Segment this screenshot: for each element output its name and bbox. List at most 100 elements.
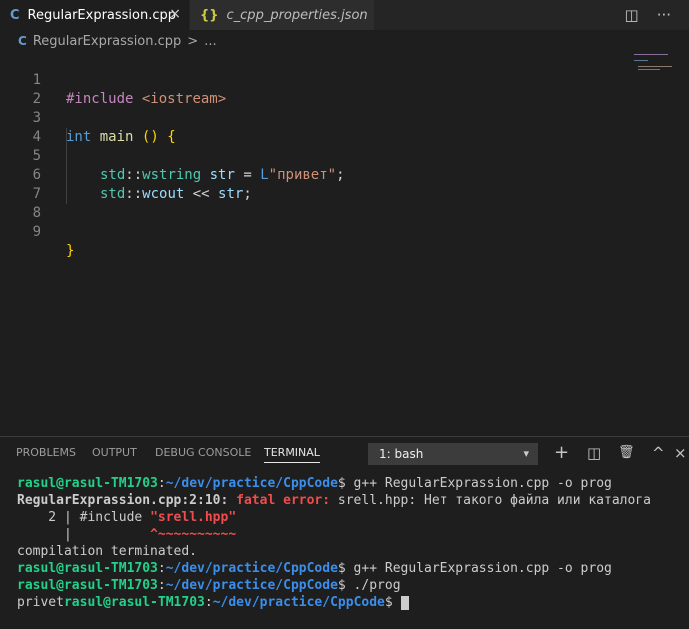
parens: () bbox=[142, 129, 159, 145]
close-icon[interactable]: × bbox=[169, 6, 181, 22]
semicolon: ; bbox=[243, 186, 251, 202]
source-include: "srell.hpp" bbox=[150, 510, 236, 525]
keyword-int: int bbox=[66, 129, 91, 145]
terminal-line: rasul@rasul-TM1703:~/dev/practice/CppCod… bbox=[17, 577, 401, 594]
breadcrumb-file[interactable]: RegularExprassion.cpp bbox=[33, 34, 181, 49]
assign-operator: = bbox=[243, 167, 251, 183]
type-wstring: wstring bbox=[142, 167, 201, 183]
split-editor-icon[interactable]: ◫ bbox=[625, 6, 639, 24]
line-number: 9 bbox=[0, 223, 41, 242]
tab-regularexprassion-cpp[interactable]: C RegularExprassion.cpp × bbox=[0, 0, 189, 30]
add-terminal-icon[interactable]: + bbox=[554, 442, 569, 463]
error-caret: ^~~~~~~~~~~ bbox=[150, 527, 236, 542]
terminal-line: rasul@rasul-TM1703:~/dev/practice/CppCod… bbox=[17, 475, 612, 492]
command: g++ RegularExprassion.cpp -o prog bbox=[346, 476, 612, 491]
object-wcout: wcout bbox=[142, 186, 184, 202]
prompt-path: ~/dev/practice/CppCode bbox=[166, 476, 338, 491]
terminal-cursor bbox=[401, 596, 409, 610]
terminal-select-value: 1: bash bbox=[379, 447, 423, 461]
terminal-line: compilation terminated. bbox=[17, 543, 197, 560]
prompt-colon: : bbox=[205, 595, 213, 610]
function-main: main bbox=[100, 129, 134, 145]
prompt-char: $ bbox=[385, 595, 393, 610]
prompt-colon: : bbox=[158, 561, 166, 576]
close-brace: } bbox=[66, 243, 74, 259]
prompt-colon: : bbox=[158, 476, 166, 491]
tab-output[interactable]: OUTPUT bbox=[92, 446, 137, 459]
prompt-colon: : bbox=[158, 578, 166, 593]
prompt-user: rasul@rasul-TM1703 bbox=[64, 595, 205, 610]
tab-label: c_cpp_properties.json bbox=[227, 8, 368, 23]
code-line-3: 3 int main () { bbox=[0, 90, 34, 109]
chevron-down-icon: ▾ bbox=[523, 447, 529, 460]
close-panel-icon[interactable]: × bbox=[674, 444, 687, 462]
breadcrumb-symbol[interactable]: ... bbox=[204, 34, 216, 49]
breadcrumb-separator: > bbox=[187, 34, 198, 49]
prompt-path: ~/dev/practice/CppCode bbox=[213, 595, 385, 610]
trash-icon[interactable]: 🗑 bbox=[618, 445, 635, 460]
program-output: privet bbox=[17, 595, 64, 610]
prompt-user: rasul@rasul-TM1703 bbox=[17, 561, 158, 576]
semicolon: ; bbox=[336, 167, 344, 183]
prompt-path: ~/dev/practice/CppCode bbox=[166, 578, 338, 593]
command: g++ RegularExprassion.cpp -o prog bbox=[346, 561, 612, 576]
prompt-user: rasul@rasul-TM1703 bbox=[17, 578, 158, 593]
open-brace: { bbox=[167, 129, 175, 145]
bottom-panel: PROBLEMS OUTPUT DEBUG CONSOLE TERMINAL 1… bbox=[0, 436, 689, 629]
wide-prefix: L bbox=[260, 167, 268, 183]
prompt-char: $ bbox=[338, 578, 346, 593]
scope-operator: :: bbox=[125, 167, 142, 183]
prompt-char: $ bbox=[338, 561, 346, 576]
code-line-2: 2 bbox=[0, 71, 34, 90]
more-actions-icon[interactable]: ··· bbox=[657, 6, 671, 24]
namespace-std: std bbox=[100, 167, 125, 183]
terminal-line: 2 | #include "srell.hpp" bbox=[17, 509, 236, 526]
code-line-1: 1 #include <iostream> bbox=[0, 52, 34, 71]
tab-debug-console[interactable]: DEBUG CONSOLE bbox=[155, 446, 251, 459]
json-file-icon: {} bbox=[200, 8, 219, 23]
error-message: srell.hpp: Нет такого файла или каталога bbox=[330, 493, 651, 508]
terminal-line: rasul@rasul-TM1703:~/dev/practice/CppCod… bbox=[17, 560, 612, 577]
caret-prefix: | bbox=[17, 527, 150, 542]
tab-terminal[interactable]: TERMINAL bbox=[264, 446, 320, 463]
command: ./prog bbox=[346, 578, 401, 593]
prompt-user: rasul@rasul-TM1703 bbox=[17, 476, 158, 491]
scope-operator: :: bbox=[125, 186, 142, 202]
editor-actions: ◫ ··· bbox=[625, 0, 689, 30]
prompt-char: $ bbox=[338, 476, 346, 491]
include-header: <iostream> bbox=[142, 91, 226, 107]
code-line-5: 5 std::wstring str = L"привет"; bbox=[0, 128, 34, 147]
variable-str: str bbox=[210, 167, 235, 183]
minimap[interactable] bbox=[632, 52, 682, 112]
terminal-line: | ^~~~~~~~~~~ bbox=[17, 526, 236, 543]
source-prefix: 2 | #include bbox=[17, 510, 150, 525]
compilation-status: compilation terminated. bbox=[17, 544, 197, 559]
code-editor[interactable]: 1 #include <iostream> 2 3 int main () { … bbox=[0, 52, 630, 436]
tab-label: RegularExprassion.cpp bbox=[28, 8, 176, 23]
terminal-line: RegularExprassion.cpp:2:10: fatal error:… bbox=[17, 492, 651, 509]
error-label: fatal error: bbox=[236, 493, 330, 508]
maximize-panel-icon[interactable]: ^ bbox=[652, 444, 665, 462]
code-line-7: 7 bbox=[0, 166, 34, 185]
breadcrumb: C RegularExprassion.cpp > ... bbox=[0, 30, 630, 52]
include-directive: #include bbox=[66, 91, 133, 107]
terminal-line: privetrasul@rasul-TM1703:~/dev/practice/… bbox=[17, 594, 409, 611]
tab-c-cpp-properties-json[interactable]: {} c_cpp_properties.json bbox=[190, 0, 374, 30]
error-location: RegularExprassion.cpp:2:10: bbox=[17, 493, 228, 508]
tab-problems[interactable]: PROBLEMS bbox=[16, 446, 76, 459]
variable-str: str bbox=[218, 186, 243, 202]
namespace-std: std bbox=[100, 186, 125, 202]
code-line-4: 4 bbox=[0, 109, 34, 128]
string-literal: "привет" bbox=[269, 167, 336, 183]
code-line-9: 9 } bbox=[0, 204, 34, 223]
code-line-8: 8 bbox=[0, 185, 34, 204]
cpp-file-icon: C bbox=[18, 34, 27, 48]
panel-tabs: PROBLEMS OUTPUT DEBUG CONSOLE TERMINAL 1… bbox=[0, 437, 689, 471]
prompt-path: ~/dev/practice/CppCode bbox=[166, 561, 338, 576]
editor-tab-bar: C RegularExprassion.cpp × {} c_cpp_prope… bbox=[0, 0, 689, 30]
cpp-file-icon: C bbox=[10, 8, 20, 23]
split-terminal-icon[interactable]: ◫ bbox=[587, 444, 601, 462]
code-line-6: 6 std::wcout << str; bbox=[0, 147, 34, 166]
terminal-select[interactable]: 1: bash ▾ bbox=[368, 443, 538, 465]
stream-operator: << bbox=[193, 186, 210, 202]
